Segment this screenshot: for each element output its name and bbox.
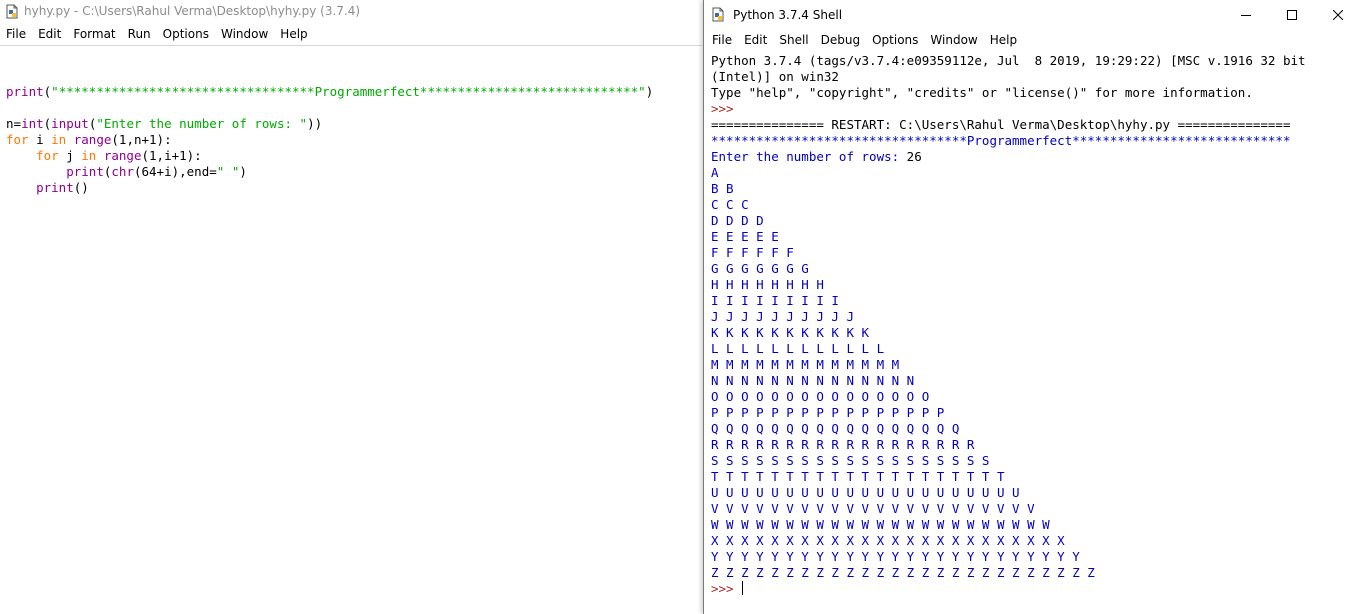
maximize-icon — [1287, 10, 1297, 20]
pattern-row: Q Q Q Q Q Q Q Q Q Q Q Q Q Q Q Q Q — [711, 421, 960, 436]
minimize-button[interactable] — [1223, 0, 1269, 30]
shell-menubar: File Edit Shell Debug Options Window Hel… — [704, 30, 1360, 50]
maximize-button[interactable] — [1269, 0, 1315, 30]
editor-menu-options[interactable]: Options — [157, 24, 215, 44]
final-prompt: >>> — [711, 581, 742, 596]
pattern-row: X X X X X X X X X X X X X X X X X X X X … — [711, 533, 1065, 548]
editor-menu-help[interactable]: Help — [274, 24, 313, 44]
pattern-row: I I I I I I I I I — [711, 293, 839, 308]
shell-title: Python 3.7.4 Shell — [733, 8, 843, 22]
code-line-6: print(chr(64+i),end=" ") — [66, 164, 247, 179]
pattern-row: S S S S S S S S S S S S S S S S S S S — [711, 453, 990, 468]
pattern-output: AB BC C CD D D DE E E E EF F F F F FG G … — [711, 165, 1306, 581]
pattern-row: K K K K K K K K K K K — [711, 325, 870, 340]
editor-titlebar[interactable]: hyhy.py - C:\Users\Rahul Verma\Desktop\h… — [0, 0, 702, 24]
restart-line: =============== RESTART: C:\Users\Rahul … — [711, 117, 1291, 132]
shell-menu-shell[interactable]: Shell — [773, 30, 814, 50]
editor-menubar: File Edit Format Run Options Window Help — [0, 24, 702, 44]
editor-window: hyhy.py - C:\Users\Rahul Verma\Desktop\h… — [0, 0, 702, 614]
code-line-5: for j in range(1,i+1): — [36, 148, 202, 163]
pattern-row: U U U U U U U U U U U U U U U U U U U U … — [711, 485, 1020, 500]
shell-menu-debug[interactable]: Debug — [815, 30, 866, 50]
shell-text-area[interactable]: Python 3.7.4 (tags/v3.7.4:e09359112e, Ju… — [704, 51, 1360, 614]
input-value: 26 — [906, 149, 922, 164]
banner-line-2: (Intel)] on win32 — [711, 69, 839, 84]
code-line-1: print("*********************************… — [6, 84, 654, 99]
pattern-row: J J J J J J J J J J — [711, 309, 854, 324]
editor-title: hyhy.py - C:\Users\Rahul Verma\Desktop\h… — [24, 4, 361, 18]
shell-menu-options[interactable]: Options — [866, 30, 924, 50]
input-prompt: Enter the number of rows: — [711, 149, 907, 164]
pattern-row: W W W W W W W W W W W W W W W W W W W W … — [711, 517, 1050, 532]
pattern-row: F F F F F F — [711, 245, 794, 260]
shell-menu-window[interactable]: Window — [924, 30, 983, 50]
close-button[interactable] — [1315, 0, 1360, 30]
pattern-row: L L L L L L L L L L L L — [711, 341, 885, 356]
final-prompt-line: >>> — [711, 581, 1306, 597]
pattern-row: C C C — [711, 197, 749, 212]
editor-menu-run[interactable]: Run — [122, 24, 157, 44]
code-line-2: ​ — [6, 100, 653, 116]
code-line-7: print() — [36, 180, 89, 195]
text-cursor — [742, 581, 744, 595]
pattern-row: M M M M M M M M M M M M M — [711, 357, 900, 372]
idle-python-file-icon — [6, 4, 18, 19]
pattern-row: R R R R R R R R R R R R R R R R R R — [711, 437, 975, 452]
pattern-row: Z Z Z Z Z Z Z Z Z Z Z Z Z Z Z Z Z Z Z Z … — [711, 565, 1095, 580]
editor-menu-window[interactable]: Window — [215, 24, 274, 44]
input-line: Enter the number of rows: 26 — [711, 149, 1306, 165]
pattern-row: B B — [711, 181, 734, 196]
pattern-row: E E E E E — [711, 229, 779, 244]
shell-menu-help[interactable]: Help — [984, 30, 1023, 50]
banner-line-1: Python 3.7.4 (tags/v3.7.4:e09359112e, Ju… — [711, 53, 1306, 68]
pattern-row: G G G G G G G — [711, 261, 809, 276]
minimize-icon — [1241, 15, 1251, 16]
idle-python-file-icon — [712, 7, 724, 22]
editor-menu-file[interactable]: File — [0, 24, 32, 44]
pattern-row: O O O O O O O O O O O O O O O — [711, 389, 930, 404]
shell-titlebar[interactable]: Python 3.7.4 Shell — [704, 0, 1360, 30]
stars-output: **********************************Progra… — [711, 133, 1291, 148]
window-controls — [1223, 0, 1360, 30]
editor-menu-format[interactable]: Format — [67, 24, 121, 44]
editor-code: print("*********************************… — [6, 84, 653, 196]
code-line-4: for i in range(1,n+1): — [6, 132, 172, 147]
pattern-row: V V V V V V V V V V V V V V V V V V V V … — [711, 501, 1035, 516]
shell-output: Python 3.7.4 (tags/v3.7.4:e09359112e, Ju… — [711, 53, 1306, 597]
pattern-row: A — [711, 165, 719, 180]
pattern-row: H H H H H H H H — [711, 277, 824, 292]
pattern-row: P P P P P P P P P P P P P P P P — [711, 405, 945, 420]
banner-line-3: Type "help", "copyright", "credits" or "… — [711, 85, 1253, 100]
editor-menu-edit[interactable]: Edit — [32, 24, 67, 44]
pattern-row: N N N N N N N N N N N N N N — [711, 373, 915, 388]
shell-window: Python 3.7.4 Shell File Edit Shell Debug… — [703, 0, 1360, 614]
pattern-row: D D D D — [711, 213, 764, 228]
close-icon — [1333, 10, 1343, 20]
shell-menu-file[interactable]: File — [704, 30, 738, 50]
shell-menu-edit[interactable]: Edit — [738, 30, 773, 50]
pattern-row: T T T T T T T T T T T T T T T T T T T T — [711, 469, 1005, 484]
code-line-3: n=int(input("Enter the number of rows: "… — [6, 116, 323, 131]
pattern-row: Y Y Y Y Y Y Y Y Y Y Y Y Y Y Y Y Y Y Y Y … — [711, 549, 1080, 564]
shell-prompt: >>> — [711, 101, 734, 116]
editor-text-area[interactable]: print("*********************************… — [0, 45, 702, 614]
